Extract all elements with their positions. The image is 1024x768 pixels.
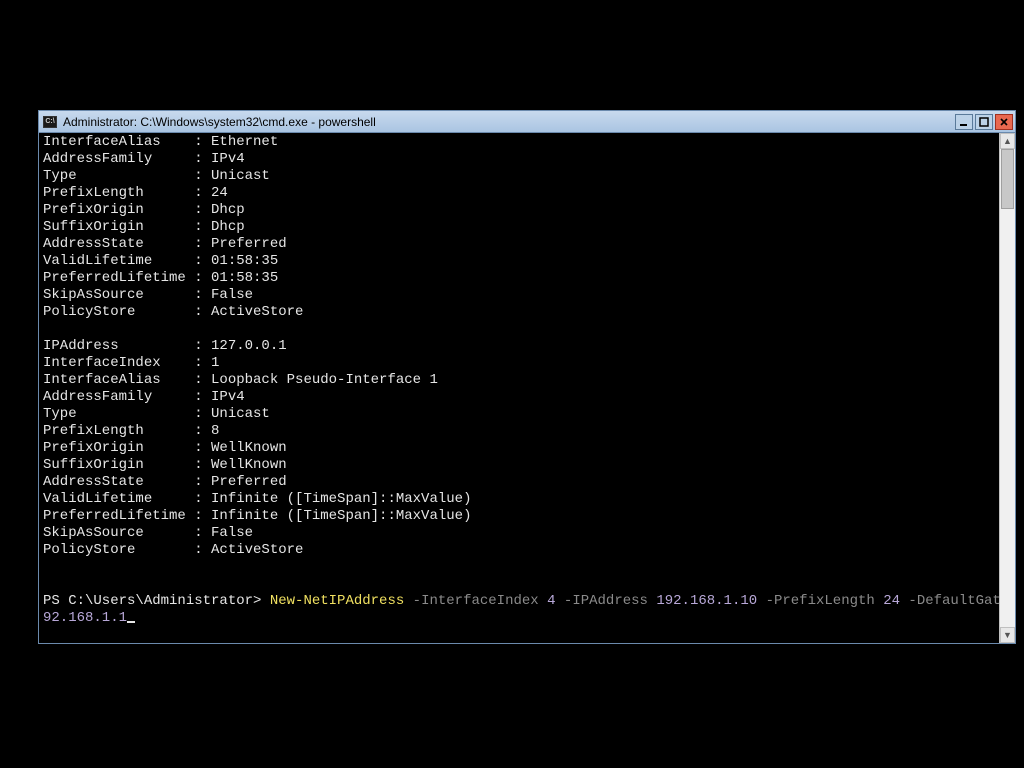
client-area: InterfaceAlias : Ethernet AddressFamily … <box>39 133 1015 643</box>
window-controls <box>955 114 1013 130</box>
terminal-output[interactable]: InterfaceAlias : Ethernet AddressFamily … <box>39 133 999 643</box>
scroll-up-arrow[interactable]: ▲ <box>1000 133 1015 149</box>
close-button[interactable] <box>995 114 1013 130</box>
cmd-icon: C:\ <box>43 116 57 128</box>
minimize-button[interactable] <box>955 114 973 130</box>
console-window: C:\ Administrator: C:\Windows\system32\c… <box>38 110 1016 644</box>
scroll-thumb[interactable] <box>1001 149 1014 209</box>
window-title: Administrator: C:\Windows\system32\cmd.e… <box>63 115 955 129</box>
vertical-scrollbar[interactable]: ▲ ▼ <box>999 133 1015 643</box>
scroll-track[interactable] <box>1000 149 1015 627</box>
titlebar[interactable]: C:\ Administrator: C:\Windows\system32\c… <box>39 111 1015 133</box>
maximize-button[interactable] <box>975 114 993 130</box>
scroll-down-arrow[interactable]: ▼ <box>1000 627 1015 643</box>
